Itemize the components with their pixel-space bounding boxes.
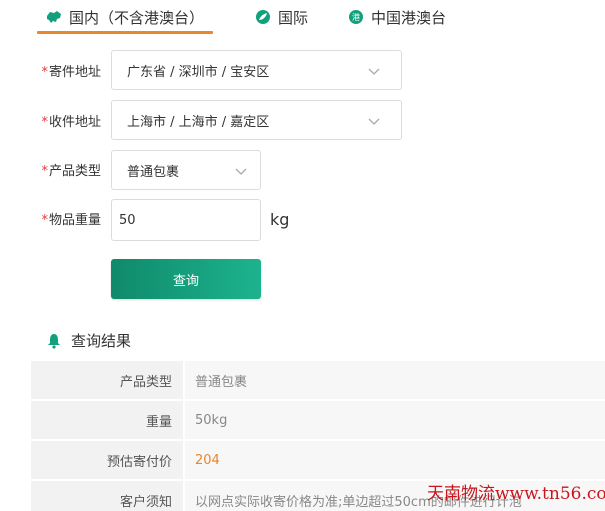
result-row-product-type: 产品类型 普通包裹 xyxy=(31,361,605,399)
sender-address-label: *寄件地址 xyxy=(41,65,101,80)
chevron-down-icon xyxy=(368,68,380,75)
hk-badge-icon: 港 xyxy=(347,8,365,26)
product-type-value: 普通包裹 xyxy=(127,164,180,180)
tab-hk-macao-taiwan-label: 中国港澳台 xyxy=(371,8,447,27)
required-mark: * xyxy=(41,213,48,228)
required-mark: * xyxy=(41,164,48,179)
sender-address-value: 广东省 / 深圳市 / 宝安区 xyxy=(127,64,270,80)
results-title: 查询结果 xyxy=(71,332,132,350)
result-key: 预估寄付价 xyxy=(31,441,183,479)
required-mark: * xyxy=(41,65,48,80)
result-value: 普通包裹 xyxy=(185,361,605,399)
result-key: 重量 xyxy=(31,401,183,439)
svg-text:港: 港 xyxy=(352,12,360,22)
chevron-down-icon xyxy=(368,118,380,125)
result-value: 50kg xyxy=(185,401,605,439)
receiver-address-select[interactable]: 上海市 / 上海市 / 嘉定区 xyxy=(111,100,402,140)
tab-international[interactable]: 国际 xyxy=(254,4,308,30)
bell-icon xyxy=(46,333,62,349)
sender-address-select[interactable]: 广东省 / 深圳市 / 宝安区 xyxy=(111,50,402,90)
chevron-down-icon xyxy=(235,168,247,175)
receiver-address-value: 上海市 / 上海市 / 嘉定区 xyxy=(127,114,270,130)
results-heading: 查询结果 xyxy=(46,330,131,351)
tab-hk-macao-taiwan[interactable]: 港 中国港澳台 xyxy=(347,4,446,30)
query-button[interactable]: 查询 xyxy=(111,259,261,299)
active-tab-indicator xyxy=(37,31,213,34)
weight-input[interactable]: 50 xyxy=(111,199,261,241)
result-key: 产品类型 xyxy=(31,361,183,399)
tab-domestic[interactable]: 国内（不含港澳台） xyxy=(45,4,204,30)
product-type-label: *产品类型 xyxy=(41,164,101,179)
result-key: 客户须知 xyxy=(31,481,183,511)
result-row-price: 预估寄付价 204 xyxy=(31,441,605,479)
receiver-address-label: *收件地址 xyxy=(41,115,101,130)
result-row-weight: 重量 50kg xyxy=(31,401,605,439)
leaf-globe-icon xyxy=(254,8,272,26)
required-mark: * xyxy=(41,115,48,130)
weight-unit: kg xyxy=(270,210,290,229)
tab-domestic-label: 国内（不含港澳台） xyxy=(69,8,205,27)
site-watermark: 天南物流www.tn56.com xyxy=(427,484,605,504)
product-type-select[interactable]: 普通包裹 xyxy=(111,150,261,190)
result-price-value: 204 xyxy=(185,441,605,479)
tab-international-label: 国际 xyxy=(278,8,309,27)
weight-value: 50 xyxy=(119,212,136,228)
china-map-icon xyxy=(45,8,63,26)
weight-label: *物品重量 xyxy=(41,213,101,228)
